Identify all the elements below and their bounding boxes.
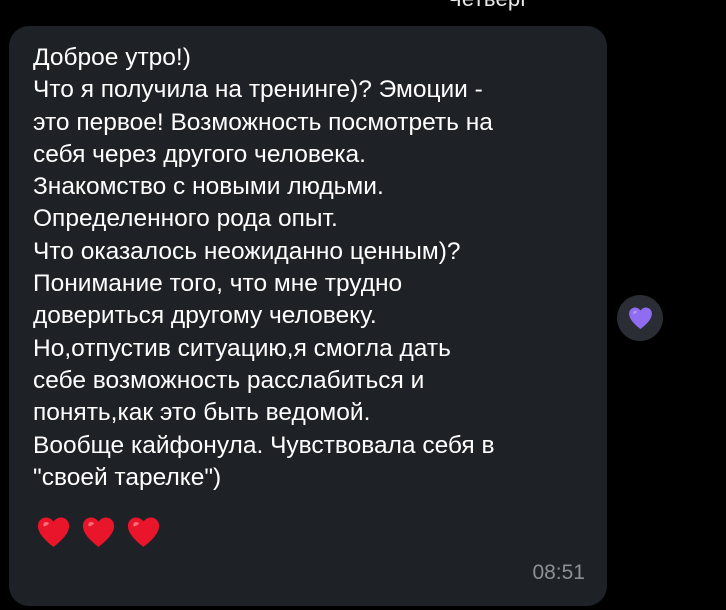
reaction-button[interactable] <box>617 295 663 341</box>
date-separator: Четверг <box>447 0 529 12</box>
message-time: 08:51 <box>532 561 585 584</box>
red-heart-icon <box>37 517 70 547</box>
message-bubble[interactable]: Доброе утро!) Что я получила на тренинге… <box>9 26 607 606</box>
message-text: Доброе утро!) Что я получила на тренинге… <box>33 44 495 491</box>
purple-heart-icon <box>628 307 652 329</box>
emoji-row <box>35 514 162 551</box>
red-heart-icon <box>82 517 115 547</box>
chat-screen: Четверг Доброе утро!) Что я получила на … <box>0 0 726 610</box>
red-heart-icon <box>127 517 160 547</box>
